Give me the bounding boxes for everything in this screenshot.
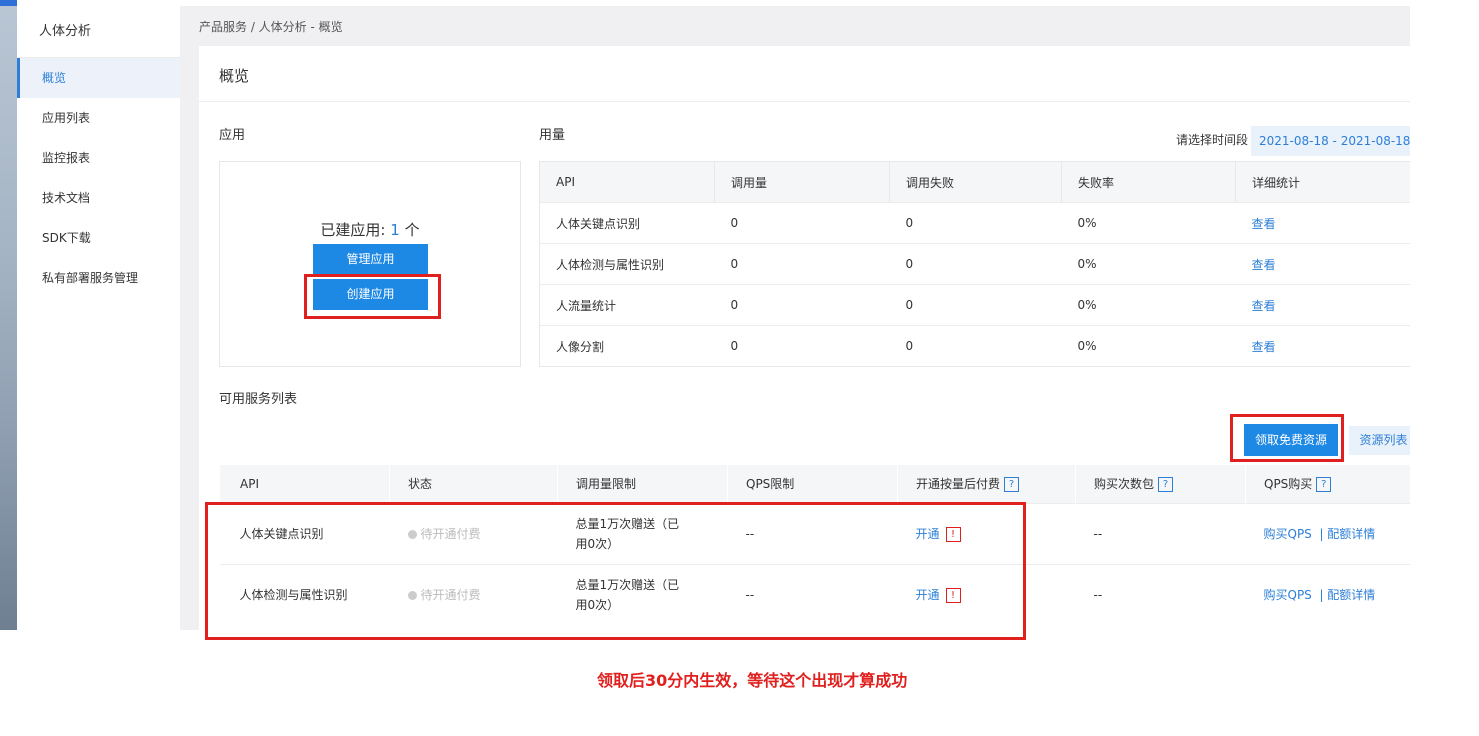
date-range-value: 2021-08-18 - 2021-08-18	[1259, 134, 1410, 148]
svc-col-qps: QPS限制	[727, 465, 898, 503]
services-section-label: 可用服务列表	[219, 392, 298, 407]
sidebar-item-overview[interactable]: 概览	[17, 58, 180, 98]
usage-rate: 0%	[1061, 243, 1236, 285]
svc-pack: --	[1075, 502, 1246, 564]
svc-col-pack-label: 购买次数包	[1094, 477, 1155, 492]
table-row: 人流量统计 0 0 0% 查看	[539, 284, 1410, 326]
view-detail-link[interactable]: 查看	[1252, 258, 1276, 272]
usage-failed: 0	[889, 284, 1062, 326]
usage-api: 人体检测与属性识别	[539, 243, 715, 285]
view-detail-link[interactable]: 查看	[1252, 217, 1276, 231]
sidebar-item-private-deploy[interactable]: 私有部署服务管理	[17, 258, 180, 298]
svc-col-open: 开通按量后付费?	[897, 465, 1076, 503]
sidebar: 人体分析 概览 应用列表 监控报表 技术文档 SDK下载 私有部署服务管理	[17, 6, 180, 630]
usage-section-label: 用量	[539, 128, 566, 143]
app-count: 已建应用: 1 个	[220, 219, 520, 240]
svc-col-buy-qps: QPS购买?	[1245, 465, 1410, 503]
sidebar-title: 人体分析	[17, 6, 180, 58]
help-icon[interactable]: ?	[1004, 477, 1020, 493]
date-range-picker[interactable]: 2021-08-18 - 2021-08-18 ▦	[1251, 126, 1410, 156]
usage-rate: 0%	[1061, 284, 1236, 326]
top-bar	[17, 0, 1410, 6]
sidebar-item-sdk[interactable]: SDK下载	[17, 218, 180, 258]
svc-col-status: 状态	[389, 465, 558, 503]
quota-detail-link[interactable]: | 配额详情	[1319, 588, 1375, 602]
help-icon[interactable]: ?	[1316, 477, 1332, 493]
svc-col-api: API	[219, 465, 390, 503]
usage-calls: 0	[714, 284, 890, 326]
help-icon[interactable]: ?	[1158, 477, 1174, 493]
usage-failed: 0	[889, 202, 1062, 244]
usage-failed: 0	[889, 243, 1062, 285]
app-count-number: 1	[390, 221, 400, 239]
apps-section-label: 应用	[219, 128, 246, 143]
usage-detail-cell: 查看	[1235, 202, 1410, 244]
resource-list-button[interactable]: 资源列表	[1349, 426, 1410, 455]
usage-api: 人流量统计	[539, 284, 715, 326]
manage-app-button[interactable]: 管理应用	[313, 244, 428, 275]
highlight-claim-button	[1230, 414, 1344, 462]
quota-detail-link[interactable]: | 配额详情	[1319, 527, 1375, 541]
sidebar-item-monitor[interactable]: 监控报表	[17, 138, 180, 178]
usage-table: API 调用量 调用失败 失败率 详细统计 人体关键点识别 0 0 0% 查看 …	[539, 161, 1410, 367]
view-detail-link[interactable]: 查看	[1252, 299, 1276, 313]
table-row: 人像分割 0 0 0% 查看	[539, 325, 1410, 367]
svc-col-limit: 调用量限制	[557, 465, 728, 503]
sidebar-item-app-list[interactable]: 应用列表	[17, 98, 180, 138]
usage-api: 人像分割	[539, 325, 715, 367]
usage-calls: 0	[714, 325, 890, 367]
svc-col-buy-qps-label: QPS购买	[1264, 477, 1313, 492]
date-hint: 请选择时间段	[1176, 133, 1249, 147]
usage-detail-cell: 查看	[1235, 243, 1410, 285]
apps-panel: 已建应用: 1 个 管理应用 创建应用	[219, 161, 521, 367]
svc-buy: 购买QPS | 配额详情	[1245, 563, 1410, 625]
highlight-create-app	[304, 274, 441, 319]
table-row: 人体检测与属性识别 0 0 0% 查看	[539, 243, 1410, 285]
usage-header-row: API 调用量 调用失败 失败率 详细统计	[539, 161, 1410, 203]
sidebar-item-docs[interactable]: 技术文档	[17, 178, 180, 218]
usage-col-api: API	[539, 161, 715, 203]
buy-qps-link[interactable]: 购买QPS	[1264, 588, 1312, 602]
page-header: 概览	[199, 46, 1410, 102]
svc-pack: --	[1075, 563, 1246, 625]
usage-col-failed: 调用失败	[889, 161, 1062, 203]
usage-col-rate: 失败率	[1061, 161, 1236, 203]
svc-buy: 购买QPS | 配额详情	[1245, 502, 1410, 564]
table-row: 人体关键点识别 0 0 0% 查看	[539, 202, 1410, 244]
usage-col-detail: 详细统计	[1235, 161, 1410, 203]
usage-calls: 0	[714, 243, 890, 285]
services-header-row: API 状态 调用量限制 QPS限制 开通按量后付费? 购买次数包? QPS购买…	[219, 465, 1410, 503]
annotation-note: 领取后30分内生效，等待这个出现才算成功	[597, 671, 908, 690]
background-strip	[0, 0, 68, 630]
usage-detail-cell: 查看	[1235, 325, 1410, 367]
usage-rate: 0%	[1061, 325, 1236, 367]
usage-calls: 0	[714, 202, 890, 244]
highlight-service-rows	[205, 502, 1026, 640]
usage-detail-cell: 查看	[1235, 284, 1410, 326]
app-count-prefix: 已建应用:	[320, 221, 391, 239]
app-count-suffix: 个	[399, 221, 420, 239]
svc-col-pack: 购买次数包?	[1075, 465, 1246, 503]
view-detail-link[interactable]: 查看	[1252, 340, 1276, 354]
buy-qps-link[interactable]: 购买QPS	[1264, 527, 1312, 541]
usage-col-calls: 调用量	[714, 161, 890, 203]
usage-failed: 0	[889, 325, 1062, 367]
breadcrumb: 产品服务 / 人体分析 - 概览	[199, 20, 343, 34]
usage-api: 人体关键点识别	[539, 202, 715, 244]
svc-col-open-label: 开通按量后付费	[916, 477, 1001, 492]
usage-rate: 0%	[1061, 202, 1236, 244]
page-title: 概览	[219, 67, 250, 85]
